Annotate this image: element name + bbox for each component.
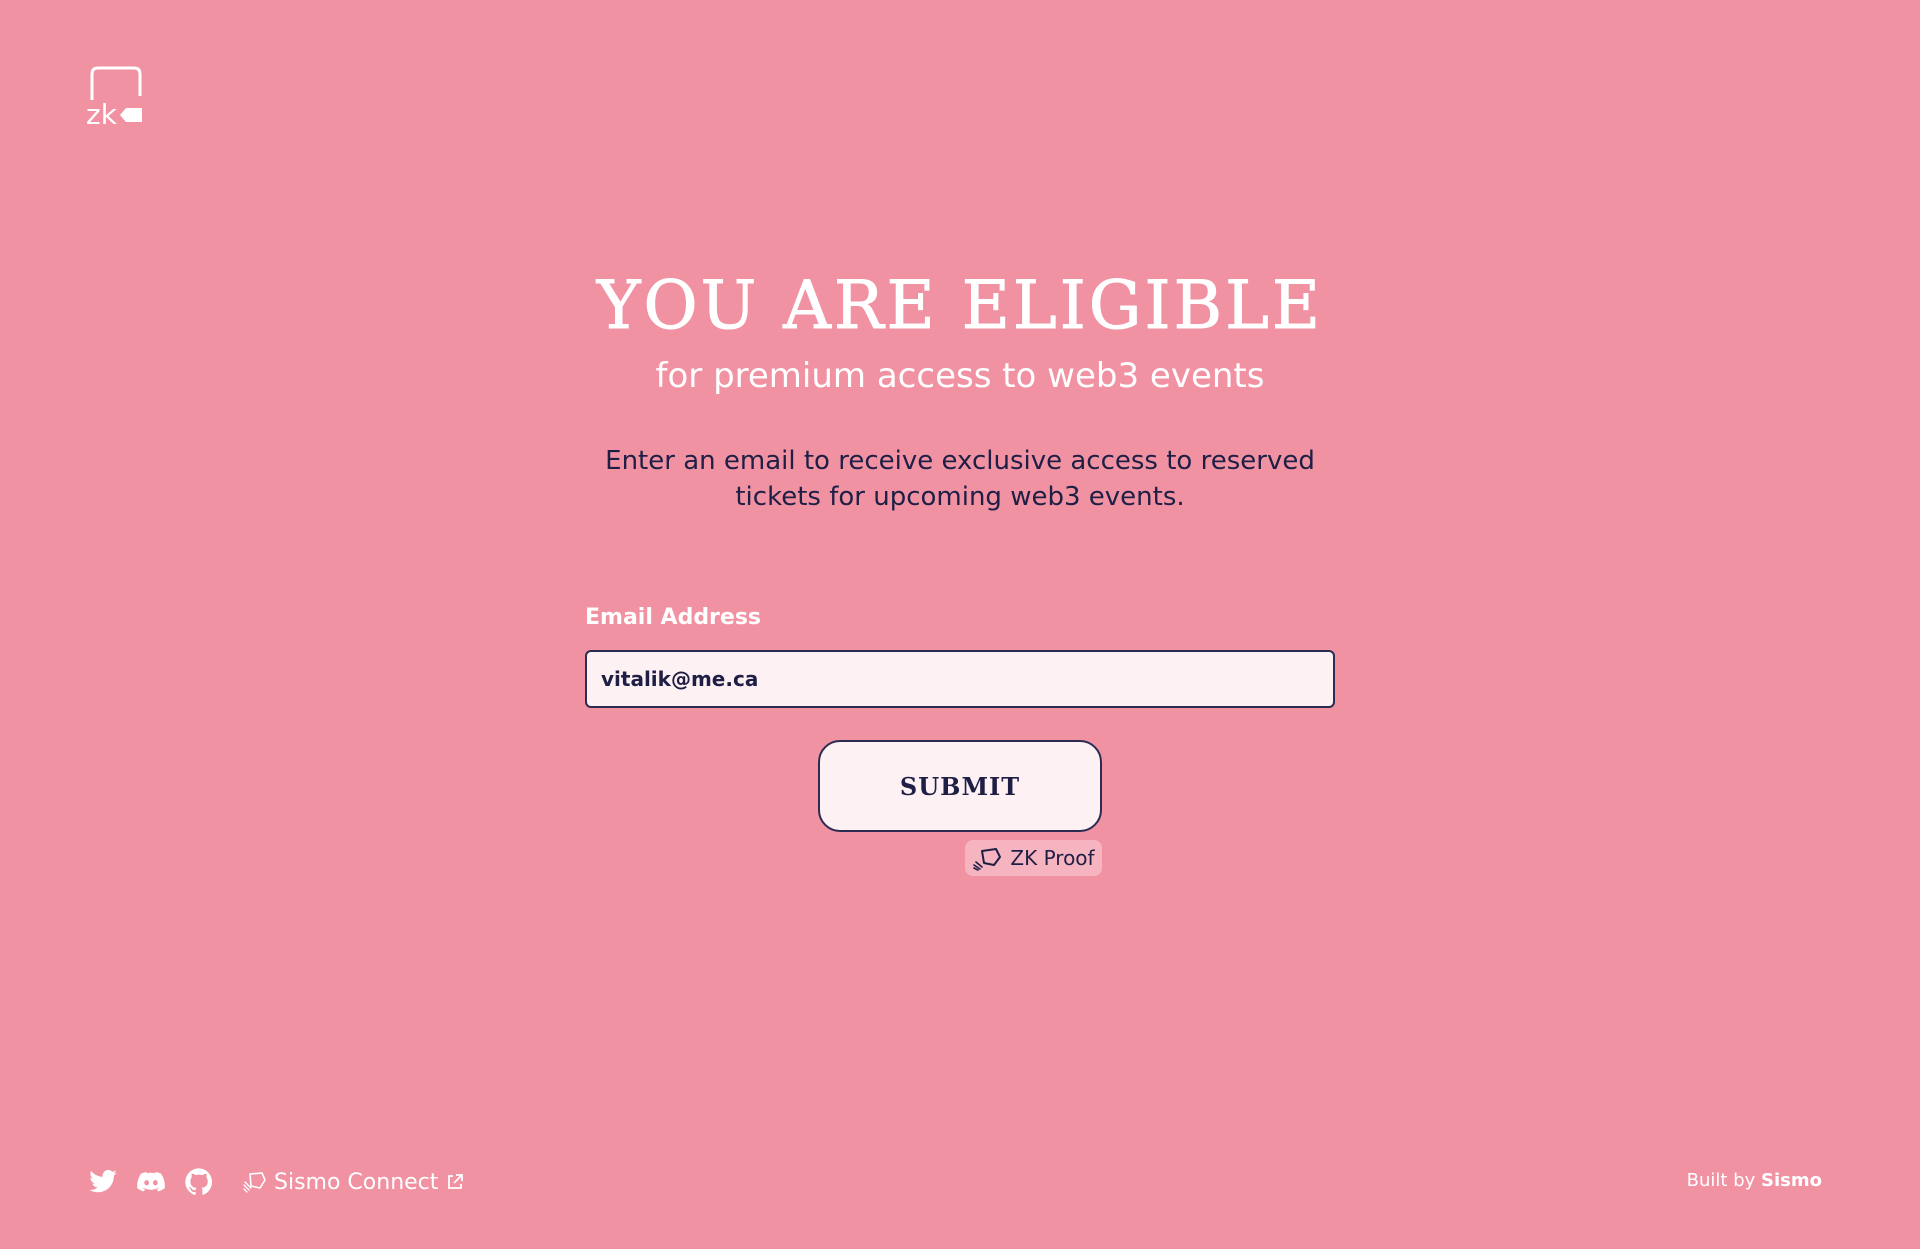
footer-links: Sismo Connect [88,1165,464,1199]
sismo-connect-label: Sismo Connect [274,1169,439,1195]
external-link-icon [448,1174,464,1189]
twitter-icon [89,1169,117,1193]
zk-proof-icon [973,848,1002,871]
svg-text:zk: zk [86,98,118,126]
built-by-prefix: Built by [1686,1170,1756,1191]
sismo-brand-link[interactable]: Sismo [1761,1170,1822,1191]
zk-proof-label: ZK Proof [1010,846,1095,870]
sismo-connect-link[interactable]: Sismo Connect [242,1169,464,1195]
discord-icon [137,1172,165,1192]
github-icon [185,1168,213,1196]
email-label: Email Address [585,605,762,630]
page-subtitle: for premium access to web3 events [655,356,1265,396]
description-line-2: tickets for upcoming web3 events. [735,482,1185,512]
twitter-link[interactable] [88,1167,118,1197]
zk-logo-icon: zk [86,66,142,131]
zk-logo[interactable]: zk [86,66,144,131]
submit-button[interactable]: SUBMIT [818,740,1102,832]
zk-proof-badge[interactable]: ZK Proof [965,840,1102,876]
description-text: Enter an email to receive exclusive acce… [560,443,1360,515]
built-by: Built by Sismo [1687,1170,1822,1191]
email-field[interactable] [585,650,1335,708]
hero-section: YOU ARE ELIGIBLE for premium access to w… [0,262,1920,398]
github-link[interactable] [184,1167,214,1197]
description-line-1: Enter an email to receive exclusive acce… [605,446,1315,476]
page-title: YOU ARE ELIGIBLE [596,267,1324,345]
discord-link[interactable] [136,1167,166,1197]
sismo-connect-icon [243,1172,266,1193]
